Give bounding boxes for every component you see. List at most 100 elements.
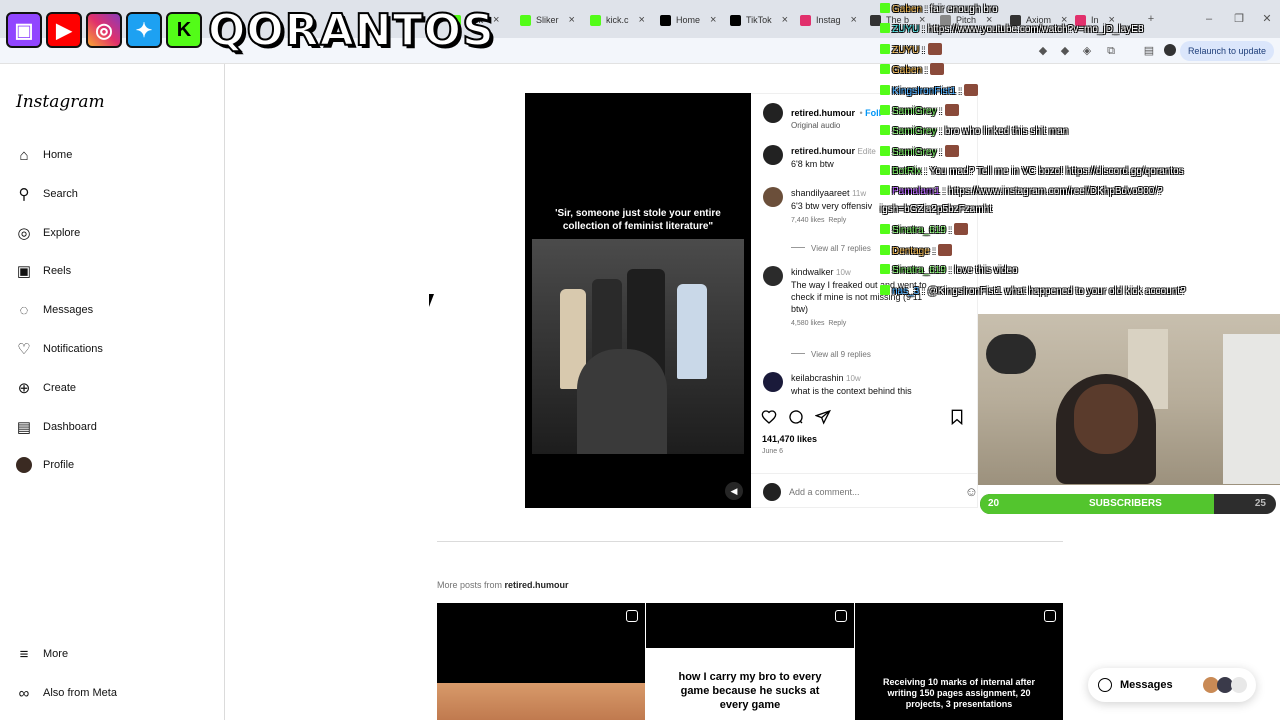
sidebar-item-notifications[interactable]: ♡ Notifications [16,337,103,361]
browser-tab[interactable]: Sliker × [520,8,575,32]
close-tab-icon[interactable]: × [569,14,575,26]
post-video[interactable]: 'Sir, someone just stole your entire col… [525,93,751,508]
avatar [1231,677,1247,693]
sidebar-item-label: Notifications [43,343,103,355]
kick-badge-icon [880,64,890,74]
kick-badge-icon [880,264,890,274]
comment-text: 6'8 km btw [791,159,834,169]
tab-label: Instag [816,15,841,25]
webcam-feed [978,314,1280,485]
mute-icon[interactable]: ◀ [725,482,743,500]
chat-message: igsh=bGZia2p5bzFzamht [880,203,992,216]
comment-user[interactable]: shandilyaareet [791,188,850,198]
comment-icon[interactable] [788,409,804,425]
subscriber-count: 20 [988,498,1000,509]
view-replies-button[interactable]: View all 7 replies [791,244,871,253]
sidebar-item-dashboard[interactable]: ▤ Dashboard [16,415,97,439]
more-posts-heading: More posts from retired.humour [437,580,569,590]
avatar [763,482,781,501]
screen: Kick × Sliker × kick.c × Home × TikTok × Instag × Th… [0,0,1280,720]
dashboard-icon: ▤ [16,419,32,436]
close-tab-icon[interactable]: × [710,14,716,26]
avatar[interactable] [763,187,783,207]
chat-text: https://www.youtube.com/watch?v=mo_jD_la… [927,24,1144,35]
tab-favicon-icon [590,14,601,26]
chat-text: bro who linked this shit man [944,126,1069,137]
like-heart-icon[interactable] [761,409,777,425]
chat-username: Pamalam1 [892,186,940,197]
avatar[interactable] [763,266,783,286]
sidebar-item-label: Search [43,188,78,200]
browser-tab[interactable]: Instag × [800,8,857,32]
chat-message: Gaben : [880,63,945,77]
instagram-logo[interactable]: Instagram [16,92,105,112]
close-tab-icon[interactable]: × [782,14,788,26]
reply-button[interactable]: Reply [828,320,846,327]
tab-label: kick.c [606,15,629,25]
share-icon[interactable] [815,409,831,425]
sidebar-item-reels[interactable]: ▣ Reels [16,259,71,283]
chat-message: nas_3 : @KingsIronFist1 what happened to… [880,285,1186,298]
reel-icon [626,610,638,622]
browser-tab[interactable]: Home × [660,8,716,32]
reply-button[interactable]: Reply [828,217,846,224]
kick-badge-icon [880,185,890,195]
sidebar-item-explore[interactable]: ◎ Explore [16,221,80,245]
stream-chat: Gaben : fair enough bro ZUYU : https://ww… [878,0,1280,305]
chat-username: SamiGrey [892,126,937,137]
chat-message: Pamalam1 : https://www.instagram.com/ree… [880,185,1163,198]
avatar[interactable] [763,145,783,165]
sidebar-item-label: Explore [43,227,81,239]
kick-badge-icon [880,224,890,234]
reel-caption: Receiving 10 marks of internal after wri… [882,677,1036,709]
heart-icon: ♡ [17,341,31,358]
sidebar-item-profile[interactable]: Profile [16,453,74,477]
reel-thumbnail[interactable]: how I carry my bro to every game because… [646,603,854,720]
sidebar-item-label: Home [43,149,73,161]
close-tab-icon[interactable]: × [639,14,645,26]
audio-label[interactable]: Original audio [791,121,881,130]
chat-message: ZUYU : https://www.youtube.com/watch?v=m… [880,23,1144,36]
chat-text: @KingsIronFist1 what happened to your ol… [927,286,1186,297]
comment-user[interactable]: keilabcrashin [791,373,844,383]
search-icon: ⚲ [18,186,30,203]
chat-text: love this video [954,265,1018,276]
sidebar-item-also-from-meta[interactable]: ∞ Also from Meta [16,681,117,705]
kick-badge-icon [880,245,890,255]
chat-emote-icon [930,63,945,75]
reel-thumbnail[interactable] [437,603,645,720]
comment-likes[interactable]: 4,580 likes [791,320,824,327]
chat-username: Gaben [892,65,923,76]
browser-tab[interactable]: kick.c × [590,8,645,32]
messages-pill[interactable]: Messages [1088,668,1256,702]
meta-icon: ∞ [18,684,30,702]
more-posts-user[interactable]: retired.humour [505,580,569,590]
likes-count[interactable]: 141,470 likes [762,434,817,444]
post-author[interactable]: retired.humour [791,108,855,118]
chat-emote-icon [944,104,959,116]
sidebar-item-messages[interactable]: ◌ Messages [16,298,94,322]
chat-username: nas_3 [892,286,920,297]
browser-tab[interactable]: TikTok × [730,8,788,32]
sidebar-item-create[interactable]: ⊕ Create [16,376,76,400]
comment-user[interactable]: kindwalker [791,267,834,277]
comment-user[interactable]: retired.humour [791,146,855,156]
bookmark-icon[interactable] [949,409,965,425]
comment-input[interactable] [789,486,937,497]
view-replies-button[interactable]: View all 9 replies [791,350,871,359]
sidebar-item-search[interactable]: ⚲ Search [16,182,78,206]
comment-likes[interactable]: 7,440 likes [791,217,824,224]
post-actions [761,409,971,427]
sidebar-item-more[interactable]: ≡ More [16,642,68,666]
close-tab-icon[interactable]: × [851,14,857,26]
chat-message: Gaben : fair enough bro [880,3,998,16]
avatar[interactable] [763,103,783,123]
avatar[interactable] [763,372,783,392]
emoji-icon[interactable]: ☺ [965,484,977,499]
twitch-icon: ▣ [6,12,42,48]
chat-emote-icon [938,244,953,256]
reel-thumbnail[interactable]: Receiving 10 marks of internal after wri… [855,603,1063,720]
sidebar-item-home[interactable]: ⌂ Home [16,143,72,167]
kick-badge-icon [880,85,890,95]
chat-username: Sinatra_619 [892,225,946,236]
